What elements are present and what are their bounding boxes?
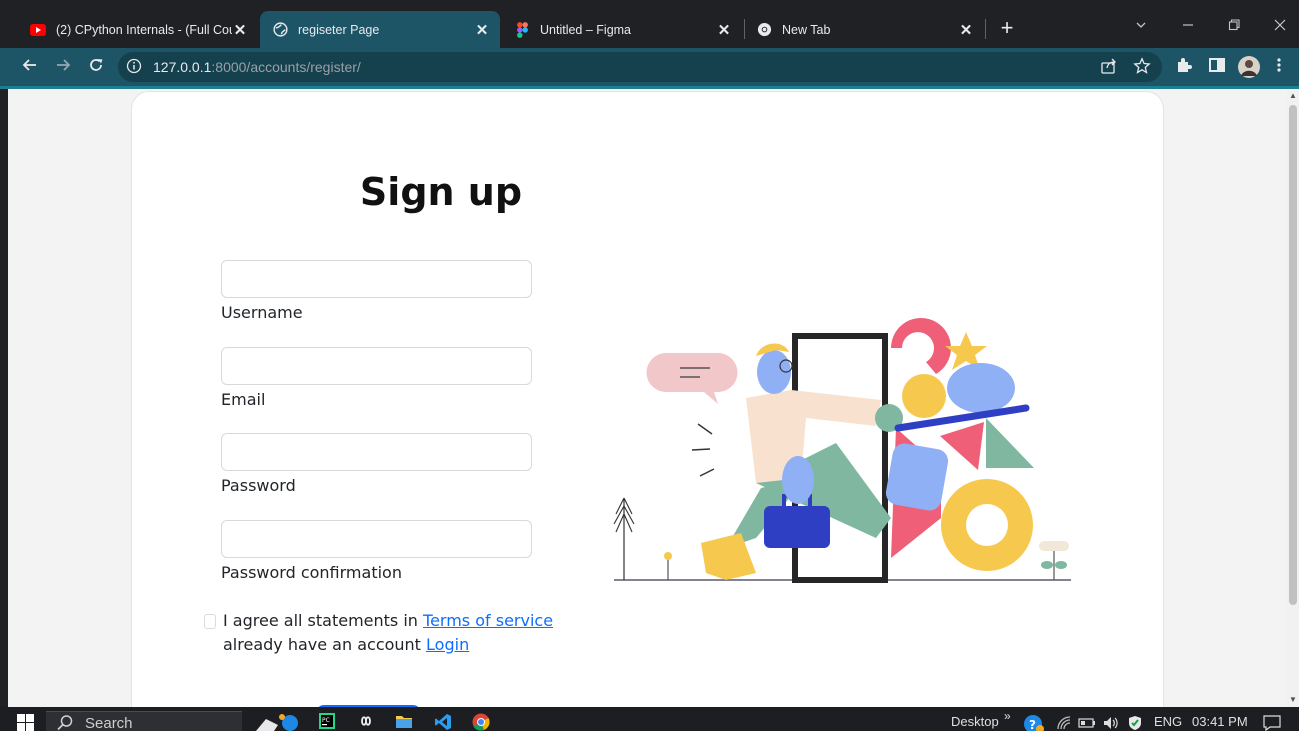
tab-new[interactable]: New Tab ✕ <box>744 11 984 48</box>
url-text: 127.0.0.1:8000/accounts/register/ <box>153 59 361 75</box>
restore-icon[interactable] <box>1219 14 1249 38</box>
infinity-app-icon[interactable] <box>357 713 375 731</box>
terms-checkbox[interactable] <box>204 614 216 629</box>
close-window-icon[interactable] <box>1265 14 1295 38</box>
terms-line: I agree all statements in Terms of servi… <box>223 611 553 630</box>
language-indicator[interactable]: ENG <box>1154 714 1182 729</box>
svg-text:?: ? <box>1029 718 1036 731</box>
tab-divider <box>985 19 986 39</box>
email-input[interactable] <box>221 347 532 385</box>
windows-taskbar: Search PC Desktop » ? ENG 03:41 PM <box>0 707 1299 731</box>
svg-text:PC: PC <box>322 717 330 724</box>
address-bar[interactable]: 127.0.0.1:8000/accounts/register/ <box>118 52 1162 82</box>
side-panel-icon[interactable] <box>1208 56 1230 78</box>
bookmark-star-icon[interactable] <box>1133 57 1153 77</box>
url-path: :8000/accounts/register/ <box>211 59 361 75</box>
tab-search-icon[interactable] <box>1126 14 1156 38</box>
password-confirmation-input[interactable] <box>221 520 532 558</box>
page-scrollbar[interactable]: ▲ ▼ <box>1287 89 1299 707</box>
close-icon[interactable]: ✕ <box>474 22 490 39</box>
tab-strip: (2) CPython Internals - (Full Cour ✕ reg… <box>0 0 1299 48</box>
more-menu-icon[interactable] <box>1272 56 1286 78</box>
chrome-icon <box>756 22 772 38</box>
scrollbar-thumb[interactable] <box>1289 105 1297 605</box>
password-input[interactable] <box>221 433 532 471</box>
desktop-chevron[interactable]: » <box>1004 709 1011 723</box>
windows-start-icon[interactable] <box>17 714 34 731</box>
security-shield-icon[interactable] <box>1127 715 1143 731</box>
agree-text: I agree all statements in <box>223 611 424 630</box>
page-title: Sign up <box>359 170 523 214</box>
clock[interactable]: 03:41 PM <box>1192 714 1248 729</box>
username-label: Username <box>221 303 303 322</box>
login-link[interactable]: Login <box>426 635 469 654</box>
tab-title: (2) CPython Internals - (Full Cour <box>56 22 232 37</box>
username-input[interactable] <box>221 260 532 298</box>
figma-icon <box>514 21 530 38</box>
back-icon[interactable] <box>18 55 42 79</box>
close-icon[interactable]: ✕ <box>716 22 732 39</box>
url-host: 127.0.0.1 <box>153 59 212 75</box>
scroll-up-icon[interactable]: ▲ <box>1288 91 1298 101</box>
search-icon <box>56 714 74 731</box>
email-group: Email <box>221 347 532 409</box>
share-icon[interactable] <box>1100 57 1120 77</box>
weather-widget-icon[interactable] <box>252 713 300 731</box>
extensions-icon[interactable] <box>1175 56 1197 78</box>
wifi-icon[interactable] <box>1056 715 1072 731</box>
scroll-down-icon[interactable]: ▼ <box>1288 695 1298 705</box>
close-icon[interactable]: ✕ <box>232 22 248 39</box>
minimize-icon[interactable] <box>1173 14 1203 38</box>
globe-icon <box>272 22 288 38</box>
login-line: already have an account Login <box>223 635 469 654</box>
page-viewport: Sign up Username Email Password Password… <box>8 89 1287 707</box>
notifications-icon[interactable] <box>1263 715 1281 731</box>
tab-title: regiseter Page <box>298 22 380 37</box>
tab-cpython[interactable]: (2) CPython Internals - (Full Cour ✕ <box>18 11 258 48</box>
password-group: Password <box>221 433 532 495</box>
password-label: Password <box>221 476 296 495</box>
desktop-toolbar-label[interactable]: Desktop <box>951 714 999 729</box>
youtube-icon <box>30 22 46 38</box>
profile-avatar[interactable] <box>1238 56 1260 78</box>
terms-link[interactable]: Terms of service <box>423 611 553 630</box>
password-confirmation-group: Password confirmation <box>221 520 532 582</box>
account-text: already have an account <box>223 635 427 654</box>
file-explorer-icon[interactable] <box>395 713 413 731</box>
help-icon[interactable]: ? <box>1023 713 1045 731</box>
tab-register[interactable]: regiseter Page ✕ <box>260 11 500 48</box>
reload-icon[interactable] <box>84 55 108 79</box>
signup-illustration <box>613 318 1071 583</box>
signup-card: Sign up Username Email Password Password… <box>131 91 1164 707</box>
taskbar-search[interactable]: Search <box>46 711 242 731</box>
info-icon[interactable] <box>126 58 144 76</box>
volume-icon[interactable] <box>1102 715 1118 731</box>
tab-title: New Tab <box>782 22 831 37</box>
search-placeholder: Search <box>85 715 133 731</box>
battery-icon[interactable] <box>1078 715 1095 731</box>
pycharm-icon[interactable]: PC <box>319 713 337 731</box>
email-label: Email <box>221 390 266 409</box>
new-tab-icon[interactable]: + <box>996 17 1018 39</box>
tab-figma[interactable]: Untitled – Figma ✕ <box>502 11 742 48</box>
chrome-taskbar-icon[interactable] <box>472 713 490 731</box>
tab-title: Untitled – Figma <box>540 22 632 37</box>
browser-toolbar: 127.0.0.1:8000/accounts/register/ <box>0 48 1299 86</box>
close-icon[interactable]: ✕ <box>958 22 974 39</box>
vscode-icon[interactable] <box>434 713 452 731</box>
username-group: Username <box>221 260 532 322</box>
password-confirmation-label: Password confirmation <box>221 563 402 582</box>
forward-icon[interactable] <box>51 55 75 79</box>
